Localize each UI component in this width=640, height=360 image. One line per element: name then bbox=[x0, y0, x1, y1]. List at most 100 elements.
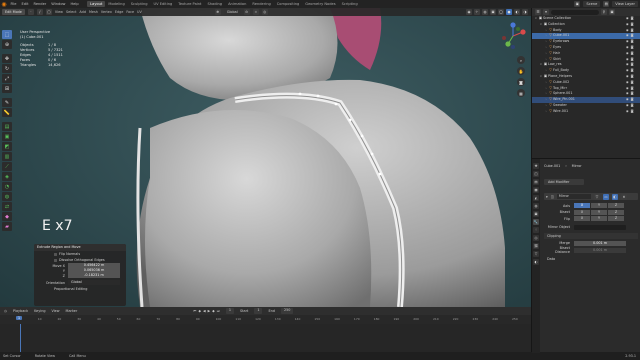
collapse-chevron-icon[interactable]: ▾ bbox=[546, 195, 548, 199]
extrude-tool-icon[interactable]: ▤ bbox=[2, 122, 12, 131]
menu-playback[interactable]: Playback bbox=[13, 309, 28, 313]
move-x-field[interactable]: 0.456422 m bbox=[68, 263, 120, 268]
play-reverse-icon[interactable]: ◀ bbox=[203, 309, 206, 313]
shrink-fatten-tool-icon[interactable]: ◆ bbox=[2, 212, 12, 221]
annotate-tool-icon[interactable]: ✎ bbox=[2, 98, 12, 107]
axis-z-toggle[interactable]: Z bbox=[608, 203, 624, 208]
mode-selector[interactable]: Edit Mode bbox=[2, 9, 25, 15]
constraints-tab-icon[interactable]: ⛓ bbox=[533, 243, 539, 249]
pivot-icon[interactable]: ⊙ bbox=[243, 9, 250, 15]
timeline-ruler[interactable]: 0102030405060708090100110120130140150160… bbox=[0, 316, 531, 323]
vertex-select-icon[interactable]: · bbox=[27, 9, 34, 15]
solid-shading-icon[interactable]: ● bbox=[506, 9, 512, 15]
timeline-editor-icon[interactable]: ◷ bbox=[4, 309, 7, 313]
menu-render[interactable]: Render bbox=[31, 2, 49, 6]
clipping-toggle[interactable]: Clipping bbox=[544, 233, 638, 239]
3d-viewport[interactable]: Edit Mode · / ▢ View Select Add Mesh Ver… bbox=[0, 8, 531, 307]
modifier-close-icon[interactable]: ✕ bbox=[620, 193, 627, 200]
menu-window[interactable]: Window bbox=[49, 2, 68, 6]
gizmo-icon[interactable]: ⊹ bbox=[474, 9, 480, 15]
zoom-icon[interactable]: ⌕ bbox=[517, 56, 525, 64]
data-subpanel[interactable]: Data bbox=[544, 256, 638, 262]
menu-add[interactable]: Add bbox=[79, 10, 86, 14]
select-box-tool-icon[interactable]: ⬚ bbox=[2, 30, 12, 39]
scene-tab-icon[interactable]: ◭ bbox=[533, 195, 539, 201]
end-frame-field[interactable]: 250 bbox=[280, 308, 294, 314]
blender-logo-icon[interactable]: ◉ bbox=[0, 0, 8, 8]
output-tab-icon[interactable]: ▤ bbox=[533, 179, 539, 185]
play-icon[interactable]: ▶ bbox=[208, 309, 211, 313]
tab-geometry-nodes[interactable]: Geometry Nodes bbox=[302, 1, 338, 7]
proportional-edit-icon[interactable]: ◎ bbox=[261, 9, 268, 15]
start-frame-field[interactable]: 1 bbox=[254, 308, 263, 314]
cursor-tool-icon[interactable]: ⊕ bbox=[2, 40, 12, 49]
perspective-toggle-icon[interactable]: ▦ bbox=[517, 89, 525, 97]
filter-icon[interactable]: ⚲ bbox=[601, 9, 607, 15]
view-layer-field[interactable]: View Layer bbox=[612, 1, 638, 7]
tab-rendering[interactable]: Rendering bbox=[249, 1, 273, 7]
flip-z-toggle[interactable]: Z bbox=[608, 216, 624, 221]
mirror-object-field[interactable] bbox=[574, 224, 626, 230]
material-shading-icon[interactable]: ◐ bbox=[514, 9, 520, 15]
current-frame-field[interactable]: 1 bbox=[225, 308, 235, 314]
menu-keying[interactable]: Keying bbox=[34, 309, 45, 313]
menu-file[interactable]: File bbox=[8, 2, 19, 6]
poly-build-tool-icon[interactable]: ◈ bbox=[2, 172, 12, 181]
current-frame-marker[interactable]: 1 bbox=[16, 316, 23, 320]
jump-start-icon[interactable]: ⏮ bbox=[193, 309, 196, 313]
smooth-tool-icon[interactable]: ◍ bbox=[2, 192, 12, 201]
prev-key-icon[interactable]: ◆ bbox=[198, 309, 201, 313]
timeline-track-area[interactable] bbox=[0, 324, 531, 352]
menu-view[interactable]: View bbox=[55, 10, 63, 14]
rendered-shading-icon[interactable]: ◑ bbox=[522, 9, 528, 15]
flip-y-toggle[interactable]: Y bbox=[591, 216, 607, 221]
scale-tool-icon[interactable]: ⤢ bbox=[2, 74, 12, 83]
outliner-row[interactable]: › ▽ Wire.001 ◉ ◙ bbox=[532, 109, 640, 115]
scene-field[interactable]: Scene bbox=[583, 1, 601, 7]
modifier-name-field[interactable]: Mirror bbox=[556, 194, 591, 199]
loop-cut-tool-icon[interactable]: ▥ bbox=[2, 152, 12, 161]
move-tool-icon[interactable]: ✥ bbox=[2, 54, 12, 63]
viewport-toggle-icon[interactable]: ▭ bbox=[602, 193, 609, 200]
orientation-dropdown[interactable]: Global bbox=[68, 280, 120, 285]
tab-shading[interactable]: Shading bbox=[204, 1, 225, 7]
outliner-search-input[interactable] bbox=[551, 9, 599, 15]
navigation-gizmo[interactable] bbox=[499, 22, 527, 50]
tool-tab-icon[interactable]: ✥ bbox=[533, 163, 539, 169]
xray-icon[interactable]: ▣ bbox=[490, 9, 496, 15]
menu-timeline-view[interactable]: View bbox=[52, 309, 60, 313]
add-modifier-button[interactable]: Add Modifier bbox=[544, 179, 584, 185]
particles-tab-icon[interactable]: ⁘ bbox=[533, 227, 539, 233]
edit-mode-toggle-icon[interactable]: ▽ bbox=[593, 193, 600, 200]
knife-tool-icon[interactable]: ⟋ bbox=[2, 162, 12, 171]
bisect-z-toggle[interactable]: Z bbox=[608, 209, 624, 215]
wireframe-shading-icon[interactable]: ◯ bbox=[498, 9, 504, 15]
move-z-field[interactable]: -0.18231 m bbox=[68, 273, 120, 278]
material-tab-icon[interactable]: ◐ bbox=[533, 259, 539, 265]
rotate-tool-icon[interactable]: ↻ bbox=[2, 64, 12, 73]
playhead[interactable] bbox=[20, 324, 21, 352]
transform-tool-icon[interactable]: ⊞ bbox=[2, 84, 12, 93]
display-mode-icon[interactable]: ▾ bbox=[543, 9, 549, 15]
tab-animation[interactable]: Animation bbox=[225, 1, 249, 7]
pan-icon[interactable]: ✋ bbox=[517, 67, 525, 75]
render-toggle-icon[interactable]: ◧ bbox=[611, 193, 618, 200]
shear-tool-icon[interactable]: ▰ bbox=[2, 222, 12, 231]
visibility-icon[interactable]: ◉ bbox=[466, 9, 472, 15]
menu-select[interactable]: Select bbox=[66, 10, 76, 14]
tab-texture-paint[interactable]: Texture Paint bbox=[175, 1, 204, 7]
axis-x-toggle[interactable]: X bbox=[574, 203, 590, 208]
orientation-selector[interactable]: Global bbox=[223, 9, 241, 15]
camera-view-icon[interactable]: ◙ bbox=[517, 78, 525, 86]
tab-uv-editing[interactable]: UV Editing bbox=[151, 1, 176, 7]
redo-panel-title[interactable]: Extrude Region and Move bbox=[34, 244, 126, 251]
bisect-y-toggle[interactable]: Y bbox=[591, 209, 607, 215]
menu-face[interactable]: Face bbox=[126, 10, 134, 14]
measure-tool-icon[interactable]: 📏 bbox=[2, 108, 12, 117]
tab-scripting[interactable]: Scripting bbox=[339, 1, 361, 7]
camera-icon[interactable]: ◙ bbox=[631, 109, 634, 115]
proportional-editing-toggle[interactable]: Proportional Editing bbox=[34, 286, 126, 292]
menu-uv[interactable]: UV bbox=[137, 10, 142, 14]
render-tab-icon[interactable]: ◫ bbox=[533, 171, 539, 177]
tab-modeling[interactable]: Modeling bbox=[105, 1, 127, 7]
